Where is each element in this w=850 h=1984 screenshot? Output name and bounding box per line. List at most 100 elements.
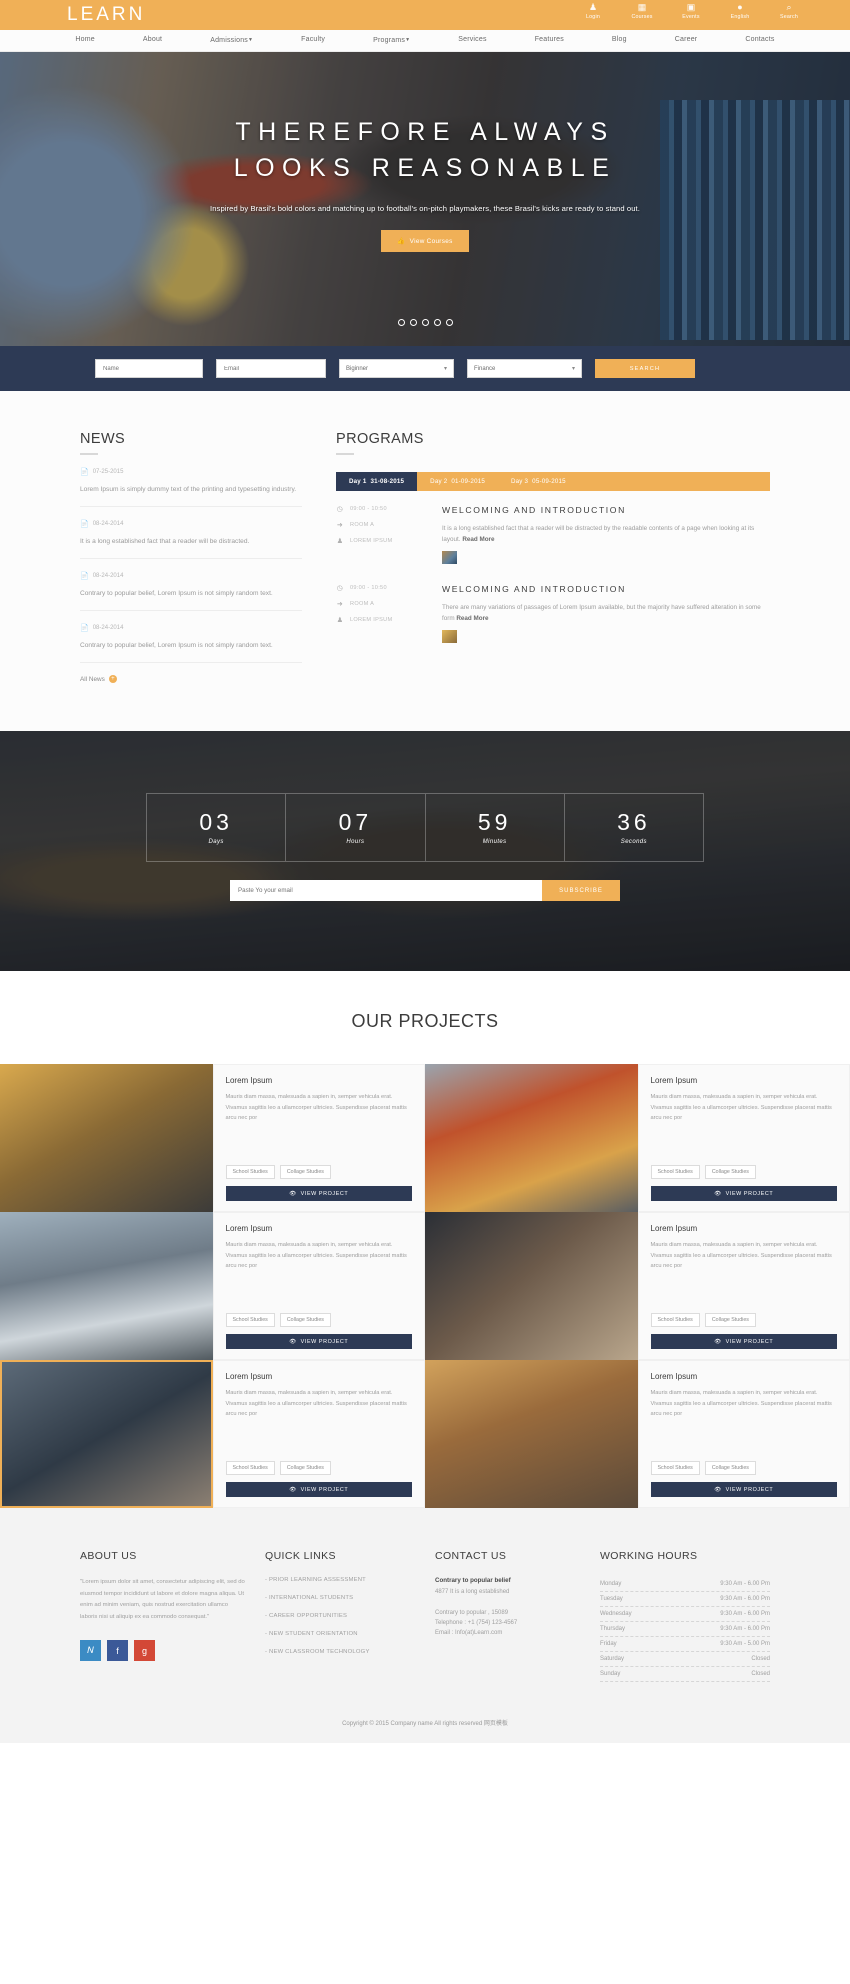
project-tag[interactable]: Collage Studies <box>279 1313 331 1327</box>
subscribe-button[interactable]: SUBSCRIBE <box>542 880 620 901</box>
top-icon-login[interactable]: ♟ Login <box>577 2 609 21</box>
quick-link[interactable]: - PRIOR LEARNING ASSESSMENT <box>265 1577 415 1583</box>
tab-day-2[interactable]: Day 2 01-09-2015 <box>417 472 498 491</box>
about-us-text: "Lorem ipsum dolor sit amet, consectetur… <box>80 1579 245 1620</box>
nav-item-programs[interactable]: Programs▼ <box>349 29 434 52</box>
top-icon-courses[interactable]: ▦ Courses <box>626 2 658 21</box>
nav-item-about[interactable]: About <box>119 29 186 52</box>
nav-item-services[interactable]: Services <box>434 29 510 52</box>
news-item[interactable]: 📄 08-24-2014 Contrary to popular belief,… <box>80 611 302 663</box>
read-more-link[interactable]: Read More <box>456 615 488 622</box>
view-project-button[interactable]: 👁 VIEW PROJECT <box>650 1334 837 1349</box>
project-tag[interactable]: School Studies <box>650 1313 700 1327</box>
nav-link[interactable]: Programs▼ <box>349 29 434 52</box>
all-news-link[interactable]: All News + <box>80 675 302 683</box>
nav-link[interactable]: Home <box>51 29 118 51</box>
quick-link[interactable]: - INTERNATIONAL STUDENTS <box>265 1595 415 1601</box>
nav-link[interactable]: Services <box>434 29 510 51</box>
news-item[interactable]: 📄 07-25-2015 Lorem Ipsum is simply dummy… <box>80 455 302 507</box>
project-tag[interactable]: Collage Studies <box>279 1165 331 1179</box>
slider-dot[interactable] <box>409 319 417 326</box>
project-tag[interactable]: School Studies <box>225 1165 275 1179</box>
read-more-link[interactable]: Read More <box>462 536 494 543</box>
top-icon-language[interactable]: ● English <box>724 2 756 21</box>
project-tag[interactable]: Collage Studies <box>704 1313 756 1327</box>
nav-link[interactable]: Faculty <box>277 29 349 51</box>
slider-dot[interactable] <box>421 319 429 326</box>
project-tag[interactable]: School Studies <box>225 1313 275 1327</box>
twitter-icon[interactable]: 𝑁 <box>80 1640 101 1661</box>
tab-day-3[interactable]: Day 3 05-09-2015 <box>498 472 579 491</box>
footer-hours-column: WORKING HOURS Monday 9:30 Am - 6.00 Pm T… <box>600 1550 770 1682</box>
program-text-body: There are many variations of passages of… <box>442 604 761 622</box>
project-image-cell[interactable] <box>425 1360 638 1508</box>
view-project-button[interactable]: 👁 VIEW PROJECT <box>650 1186 837 1201</box>
subject-select[interactable]: Finance ▾ <box>467 359 582 378</box>
project-text: Mauris diam massa, malesuada a sapien in… <box>225 1094 407 1121</box>
eye-icon: 👁 <box>289 1338 297 1345</box>
nav-link[interactable]: About <box>119 29 186 51</box>
quick-link[interactable]: - NEW STUDENT ORIENTATION <box>265 1631 415 1637</box>
project-image-cell[interactable] <box>0 1212 213 1360</box>
view-project-button[interactable]: 👁 VIEW PROJECT <box>225 1482 412 1497</box>
nav-item-career[interactable]: Career <box>651 29 722 52</box>
view-project-label: VIEW PROJECT <box>725 1338 774 1345</box>
project-tag[interactable]: Collage Studies <box>704 1165 756 1179</box>
google-plus-icon[interactable]: g <box>134 1640 155 1661</box>
view-project-label: VIEW PROJECT <box>300 1190 349 1197</box>
nav-item-faculty[interactable]: Faculty <box>277 29 349 52</box>
project-image <box>2 1362 211 1506</box>
hours-day: Saturday <box>600 1656 625 1662</box>
view-courses-button[interactable]: 👍 View Courses <box>381 230 469 252</box>
email-input[interactable] <box>216 359 326 378</box>
project-image-cell[interactable] <box>0 1064 213 1212</box>
slider-dot[interactable] <box>397 319 405 326</box>
project-tags: School Studies Collage Studies <box>650 1165 838 1179</box>
slider-dot[interactable] <box>445 319 453 326</box>
subscribe-email-input[interactable] <box>230 880 542 901</box>
nav-item-admissions[interactable]: Admissions▼ <box>186 29 277 52</box>
nav-item-features[interactable]: Features <box>511 29 588 52</box>
project-tag[interactable]: School Studies <box>225 1461 275 1475</box>
top-icon-search[interactable]: ⌕ Search <box>773 2 805 21</box>
slider-dot[interactable] <box>433 319 441 326</box>
site-logo[interactable]: LEARN <box>67 4 145 26</box>
news-item[interactable]: 📄 08-24-2014 It is a long established fa… <box>80 507 302 559</box>
program-thumbnail[interactable] <box>442 630 457 643</box>
nav-link[interactable]: Contacts <box>721 29 798 51</box>
nav-item-contacts[interactable]: Contacts <box>721 29 798 52</box>
nav-item-home[interactable]: Home <box>51 29 118 52</box>
thumbs-up-icon: 👍 <box>397 238 406 245</box>
nav-link[interactable]: Blog <box>588 29 651 51</box>
view-project-button[interactable]: 👁 VIEW PROJECT <box>650 1482 837 1497</box>
level-select[interactable]: Biginner ▾ <box>339 359 454 378</box>
search-submit-button[interactable]: SEARCH <box>595 359 695 378</box>
view-project-button[interactable]: 👁 VIEW PROJECT <box>225 1334 412 1349</box>
program-thumbnail[interactable] <box>442 551 457 564</box>
top-icon-events[interactable]: ▣ Events <box>675 2 707 21</box>
facebook-icon[interactable]: f <box>107 1640 128 1661</box>
nav-link[interactable]: Career <box>651 29 722 51</box>
nav-link[interactable]: Features <box>511 29 588 51</box>
quick-link[interactable]: - NEW CLASSROOM TECHNOLOGY <box>265 1649 415 1655</box>
tab-day-1[interactable]: Day 1 31-08-2015 <box>336 472 418 491</box>
project-tag[interactable]: Collage Studies <box>279 1461 331 1475</box>
project-image-cell[interactable] <box>425 1212 638 1360</box>
quick-link[interactable]: - CAREER OPPORTUNITIES <box>265 1613 415 1619</box>
name-input[interactable] <box>95 359 203 378</box>
project-tag[interactable]: Collage Studies <box>704 1461 756 1475</box>
view-project-button[interactable]: 👁 VIEW PROJECT <box>225 1186 412 1201</box>
project-image-cell[interactable] <box>425 1064 638 1212</box>
countdown-value: 59 <box>477 809 512 835</box>
tab-day-label: Day 2 <box>430 478 448 485</box>
nav-link[interactable]: Admissions▼ <box>186 29 277 52</box>
hours-time: 9:30 Am - 6.00 Pm <box>720 1626 770 1632</box>
project-image-cell[interactable] <box>0 1360 213 1508</box>
search-strip: Biginner ▾ Finance ▾ SEARCH <box>0 346 850 391</box>
top-icon-label: English <box>730 14 750 20</box>
project-tag[interactable]: School Studies <box>650 1461 700 1475</box>
nav-item-blog[interactable]: Blog <box>588 29 651 52</box>
news-item[interactable]: 📄 08-24-2014 Contrary to popular belief,… <box>80 559 302 611</box>
contact-email[interactable]: Email : Info(at)Learn.com <box>435 1630 580 1636</box>
project-tag[interactable]: School Studies <box>650 1165 700 1179</box>
